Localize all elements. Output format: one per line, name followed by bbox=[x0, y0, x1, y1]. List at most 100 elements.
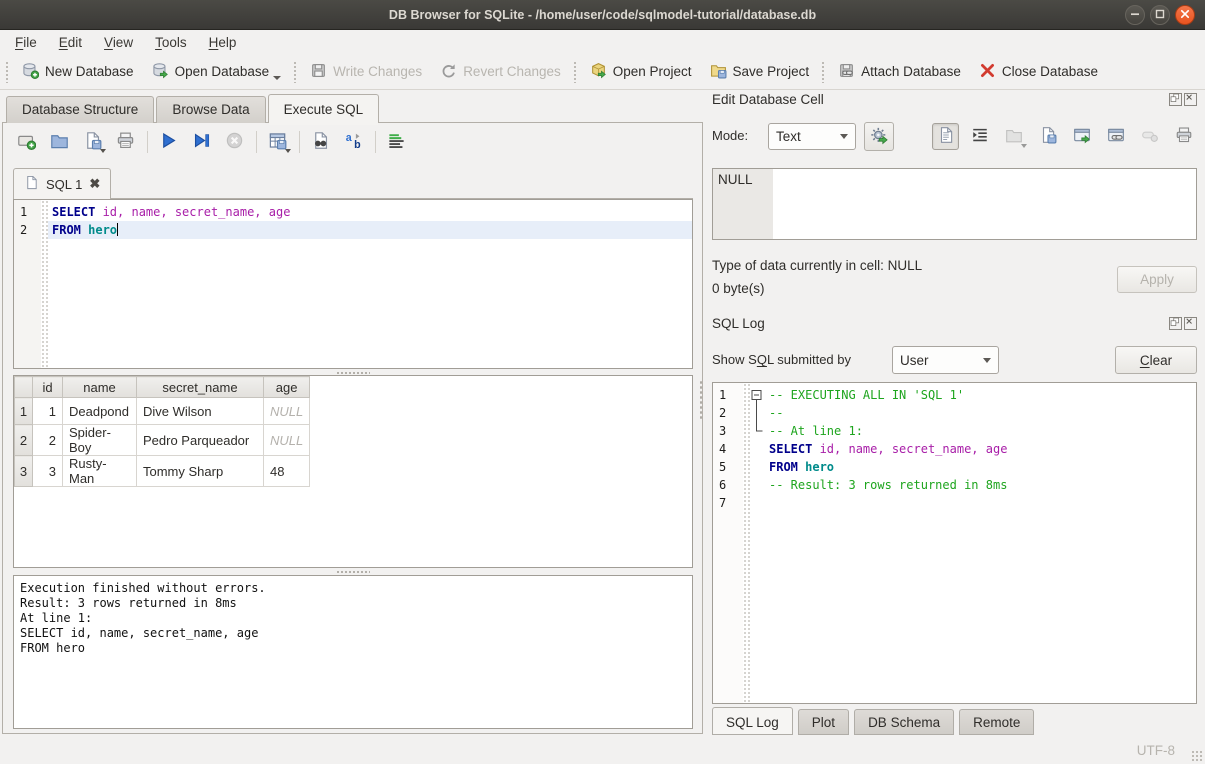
row-header[interactable]: 3 bbox=[15, 456, 33, 487]
svg-text:a: a bbox=[346, 132, 352, 144]
cell-id[interactable]: 3 bbox=[33, 456, 63, 487]
print-cell-button[interactable] bbox=[1170, 123, 1197, 150]
sql-log-view[interactable]: 1234567 -- EXECUTING ALL IN 'SQL 1'---- … bbox=[712, 382, 1197, 704]
menu-file[interactable]: File bbox=[4, 33, 48, 52]
log-filter-select[interactable]: User bbox=[892, 346, 999, 374]
cell-age[interactable]: NULL bbox=[264, 398, 310, 425]
chevron-down-icon[interactable] bbox=[285, 149, 291, 153]
execute-all-button[interactable] bbox=[155, 128, 182, 155]
close-database-button[interactable]: Close Database bbox=[970, 58, 1107, 86]
splitter-main-vertical[interactable] bbox=[699, 380, 704, 420]
splitter-results-message[interactable] bbox=[13, 569, 693, 574]
copy-link-button[interactable] bbox=[1102, 123, 1129, 150]
menu-edit[interactable]: Edit bbox=[48, 33, 93, 52]
close-panel-button[interactable] bbox=[1184, 317, 1197, 330]
float-icon bbox=[1170, 92, 1181, 107]
new-sql-tab-button[interactable] bbox=[13, 128, 40, 155]
menu-help[interactable]: Help bbox=[198, 33, 248, 52]
cell-id[interactable]: 2 bbox=[33, 425, 63, 456]
cell-editor-body[interactable] bbox=[773, 169, 1196, 239]
row-header[interactable]: 2 bbox=[15, 425, 33, 456]
word-wrap-button[interactable] bbox=[966, 123, 993, 150]
column-header-id[interactable]: id bbox=[33, 377, 63, 398]
open-project-button[interactable]: Open Project bbox=[581, 58, 701, 86]
save-sql-file-button[interactable] bbox=[79, 128, 106, 155]
log-line-numbers: 1234567 bbox=[713, 383, 743, 703]
cell-name[interactable]: Deadpond bbox=[63, 398, 137, 425]
bottom-tab-db-schema[interactable]: DB Schema bbox=[854, 709, 954, 735]
undock-button[interactable] bbox=[1169, 317, 1182, 330]
save-results-button[interactable] bbox=[264, 128, 291, 155]
close-database-icon bbox=[979, 62, 996, 82]
new-database-icon bbox=[22, 62, 39, 82]
mode-select[interactable]: Text bbox=[768, 123, 856, 150]
column-header-age[interactable]: age bbox=[264, 377, 310, 398]
execution-message-area[interactable]: Execution finished without errors. Resul… bbox=[13, 575, 693, 729]
save-project-button[interactable]: Save Project bbox=[701, 58, 819, 86]
cell-secret_name[interactable]: Dive Wilson bbox=[137, 398, 264, 425]
row-header[interactable]: 1 bbox=[15, 398, 33, 425]
results-grid[interactable]: idnamesecret_nameage11DeadpondDive Wilso… bbox=[13, 375, 693, 568]
format-sql-button[interactable] bbox=[383, 128, 410, 155]
resize-grip[interactable] bbox=[1191, 750, 1203, 762]
minimize-button[interactable] bbox=[1125, 5, 1145, 25]
close-tab-icon[interactable]: ✖ bbox=[89, 176, 100, 192]
find-button[interactable] bbox=[307, 128, 334, 155]
maximize-icon bbox=[1152, 6, 1168, 25]
menubar: FileEditViewToolsHelp bbox=[0, 30, 1205, 54]
undock-button[interactable] bbox=[1169, 93, 1182, 106]
new-database-button[interactable]: New Database bbox=[13, 58, 143, 86]
export-data-button[interactable] bbox=[1068, 123, 1095, 150]
cell-secret_name[interactable]: Tommy Sharp bbox=[137, 456, 264, 487]
table-row: 11DeadpondDive WilsonNULL bbox=[15, 398, 310, 425]
replace-button[interactable]: ab bbox=[340, 128, 367, 155]
cell-null-label: NULL bbox=[713, 169, 773, 239]
cell-secret_name[interactable]: Pedro Parqueador bbox=[137, 425, 264, 456]
import-doc-icon bbox=[1039, 126, 1057, 147]
tab-execute-sql[interactable]: Execute SQL bbox=[268, 94, 380, 123]
cell-age[interactable]: 48 bbox=[264, 456, 310, 487]
log-filter-value: User bbox=[900, 353, 929, 368]
bottom-tab-sql-log[interactable]: SQL Log bbox=[712, 707, 793, 735]
cell-id[interactable]: 1 bbox=[33, 398, 63, 425]
text-cursor bbox=[117, 223, 118, 236]
results-table: idnamesecret_nameage11DeadpondDive Wilso… bbox=[14, 376, 310, 487]
tab-browse-data[interactable]: Browse Data bbox=[156, 96, 265, 123]
close-x-icon bbox=[1185, 92, 1196, 107]
column-header-secret_name[interactable]: secret_name bbox=[137, 377, 264, 398]
cell-age[interactable]: NULL bbox=[264, 425, 310, 456]
open-database-button[interactable]: Open Database bbox=[143, 58, 291, 86]
close-panel-button[interactable] bbox=[1184, 93, 1197, 106]
attach-database-button[interactable]: Attach Database bbox=[829, 58, 970, 86]
fold-marker-icon[interactable] bbox=[750, 386, 765, 404]
chevron-down-icon[interactable] bbox=[273, 76, 281, 80]
cell-name[interactable]: Spider-Boy bbox=[63, 425, 137, 456]
print-sql-button[interactable] bbox=[112, 128, 139, 155]
sql-editor[interactable]: 12 SELECT id, name, secret_name, ageFROM… bbox=[13, 199, 693, 369]
menu-tools[interactable]: Tools bbox=[144, 33, 198, 52]
bottom-tab-remote[interactable]: Remote bbox=[959, 709, 1034, 735]
tab-database-structure[interactable]: Database Structure bbox=[6, 96, 154, 123]
close-button[interactable] bbox=[1175, 5, 1195, 25]
text-view-button[interactable] bbox=[932, 123, 959, 150]
cell-value-editor[interactable]: NULL bbox=[712, 168, 1197, 240]
sql-1-tab[interactable]: SQL 1 ✖ bbox=[13, 168, 111, 199]
corner-cell[interactable] bbox=[15, 377, 33, 398]
edit-cell-panel-title: Edit Database Cell bbox=[712, 92, 824, 107]
cell-name[interactable]: Rusty-Man bbox=[63, 456, 137, 487]
apply-button[interactable]: Apply bbox=[1117, 266, 1197, 293]
open-sql-file-button[interactable] bbox=[46, 128, 73, 155]
bottom-tab-plot[interactable]: Plot bbox=[798, 709, 849, 735]
stop-execution-button bbox=[221, 128, 248, 155]
chevron-down-icon[interactable] bbox=[100, 149, 106, 153]
column-header-name[interactable]: name bbox=[63, 377, 137, 398]
cell-type-info: Type of data currently in cell: NULL bbox=[712, 258, 922, 273]
auto-apply-button[interactable] bbox=[864, 122, 894, 151]
menu-view[interactable]: View bbox=[93, 33, 144, 52]
execute-current-button[interactable] bbox=[188, 128, 215, 155]
editor-text: SELECT id, name, secret_name, ageFROM he… bbox=[48, 200, 692, 368]
log-text: -- EXECUTING ALL IN 'SQL 1'---- At line … bbox=[765, 383, 1196, 703]
import-data-button[interactable] bbox=[1034, 123, 1061, 150]
clear-log-button[interactable]: Clear bbox=[1115, 346, 1197, 374]
maximize-button[interactable] bbox=[1150, 5, 1170, 25]
